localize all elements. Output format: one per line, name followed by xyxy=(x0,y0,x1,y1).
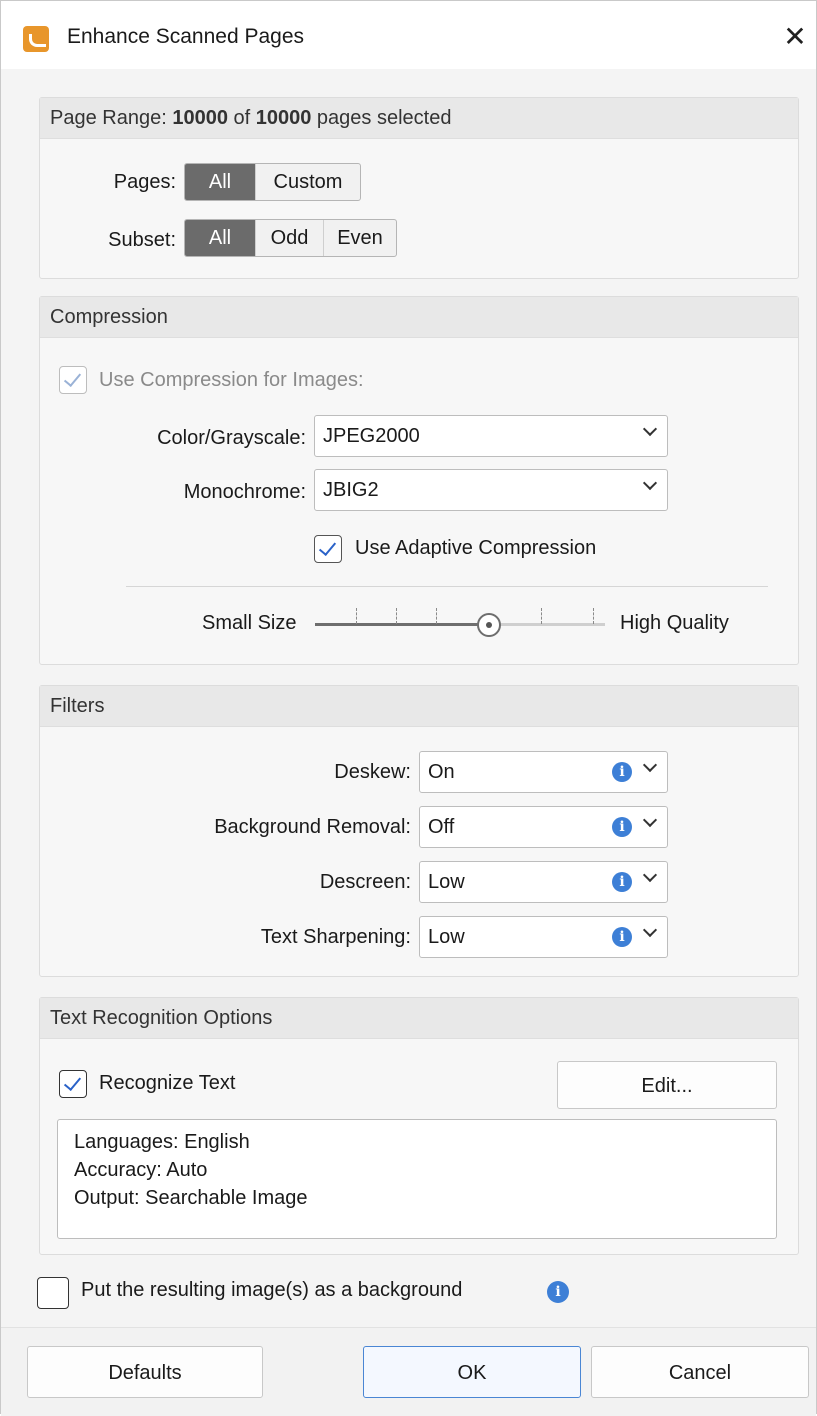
background-image-label: Put the resulting image(s) as a backgrou… xyxy=(81,1279,463,1301)
dialog-title: Enhance Scanned Pages xyxy=(67,25,305,48)
ocr-summary-box: Languages: English Accuracy: Auto Output… xyxy=(57,1119,777,1239)
deskew-value: On xyxy=(428,761,455,783)
edit-ocr-button[interactable]: Edit... xyxy=(557,1061,777,1109)
use-compression-checkbox[interactable] xyxy=(59,366,87,394)
info-icon[interactable]: i xyxy=(547,1281,569,1303)
background-removal-dropdown[interactable]: Off i xyxy=(419,806,668,848)
color-grayscale-label: Color/Grayscale: xyxy=(157,427,306,449)
color-grayscale-value: JPEG2000 xyxy=(323,425,420,447)
compression-divider xyxy=(126,586,768,587)
adaptive-compression-checkbox[interactable] xyxy=(314,535,342,563)
subset-label: Subset: xyxy=(108,229,176,251)
slider-max-label: High Quality xyxy=(620,612,729,634)
page-range-header: Page Range: 10000 of 10000 pages selecte… xyxy=(40,98,798,139)
background-removal-label: Background Removal: xyxy=(214,816,411,838)
chevron-down-icon xyxy=(642,867,658,883)
page-range-suffix: pages selected xyxy=(311,107,452,129)
ok-button[interactable]: OK xyxy=(363,1346,581,1398)
monochrome-label: Monochrome: xyxy=(183,481,306,503)
page-range-of: of xyxy=(227,107,256,129)
cancel-button[interactable]: Cancel xyxy=(591,1346,809,1398)
filters-header: Filters xyxy=(40,686,798,727)
subset-segmented-control: All Odd Even xyxy=(184,219,397,257)
slider-tick xyxy=(436,608,438,624)
info-icon[interactable]: i xyxy=(612,817,632,837)
ocr-languages: Languages: English xyxy=(74,1131,250,1153)
ocr-accuracy: Accuracy: Auto xyxy=(74,1159,208,1181)
subset-even-button[interactable]: Even xyxy=(324,220,396,256)
chevron-down-icon xyxy=(642,922,658,938)
text-recognition-header: Text Recognition Options xyxy=(40,998,798,1039)
close-icon[interactable]: ✕ xyxy=(773,15,817,59)
adaptive-compression-label: Use Adaptive Compression xyxy=(355,537,597,559)
pages-segmented-control: All Custom xyxy=(184,163,361,201)
info-icon[interactable]: i xyxy=(612,762,632,782)
info-icon[interactable]: i xyxy=(612,927,632,947)
recognize-text-checkbox[interactable] xyxy=(59,1070,87,1098)
text-sharpening-dropdown[interactable]: Low i xyxy=(419,916,668,958)
ocr-output: Output: Searchable Image xyxy=(74,1187,308,1209)
selected-page-count: 10000 xyxy=(172,107,228,129)
descreen-label: Descreen: xyxy=(319,871,411,893)
chevron-down-icon xyxy=(642,421,658,437)
defaults-button[interactable]: Defaults xyxy=(27,1346,263,1398)
slider-thumb[interactable] xyxy=(477,613,501,637)
monochrome-value: JBIG2 xyxy=(323,479,379,501)
slider-tick xyxy=(541,608,543,624)
pages-label: Pages: xyxy=(113,171,176,193)
pages-all-button[interactable]: All xyxy=(185,164,256,200)
subset-all-button[interactable]: All xyxy=(185,220,256,256)
page-range-prefix: Page Range: xyxy=(50,107,173,129)
app-icon xyxy=(23,26,49,52)
subset-odd-button[interactable]: Odd xyxy=(256,220,324,256)
pages-custom-button[interactable]: Custom xyxy=(256,164,360,200)
text-sharpening-value: Low xyxy=(428,926,465,948)
slider-tick xyxy=(356,608,358,624)
deskew-label: Deskew: xyxy=(334,761,411,783)
slider-tick xyxy=(593,608,595,624)
total-page-count: 10000 xyxy=(255,107,312,129)
compression-header: Compression xyxy=(40,297,798,338)
enhance-scanned-pages-dialog: Enhance Scanned Pages ✕ Page Range: 1000… xyxy=(0,0,817,1416)
info-icon[interactable]: i xyxy=(612,872,632,892)
chevron-down-icon xyxy=(642,812,658,828)
descreen-dropdown[interactable]: Low i xyxy=(419,861,668,903)
use-compression-label: Use Compression for Images: xyxy=(99,369,364,391)
slider-fill xyxy=(315,623,489,626)
monochrome-dropdown[interactable]: JBIG2 xyxy=(314,469,668,511)
text-sharpening-label: Text Sharpening: xyxy=(260,926,411,948)
descreen-value: Low xyxy=(428,871,465,893)
slider-min-label: Small Size xyxy=(202,612,297,634)
color-grayscale-dropdown[interactable]: JPEG2000 xyxy=(314,415,668,457)
title-bar: Enhance Scanned Pages ✕ xyxy=(1,1,816,69)
chevron-down-icon xyxy=(642,757,658,773)
deskew-dropdown[interactable]: On i xyxy=(419,751,668,793)
background-image-checkbox[interactable] xyxy=(37,1277,69,1309)
slider-tick xyxy=(396,608,398,624)
background-removal-value: Off xyxy=(428,816,455,838)
button-bar: Defaults OK Cancel xyxy=(1,1327,816,1416)
chevron-down-icon xyxy=(642,475,658,491)
recognize-text-label: Recognize Text xyxy=(99,1072,236,1094)
